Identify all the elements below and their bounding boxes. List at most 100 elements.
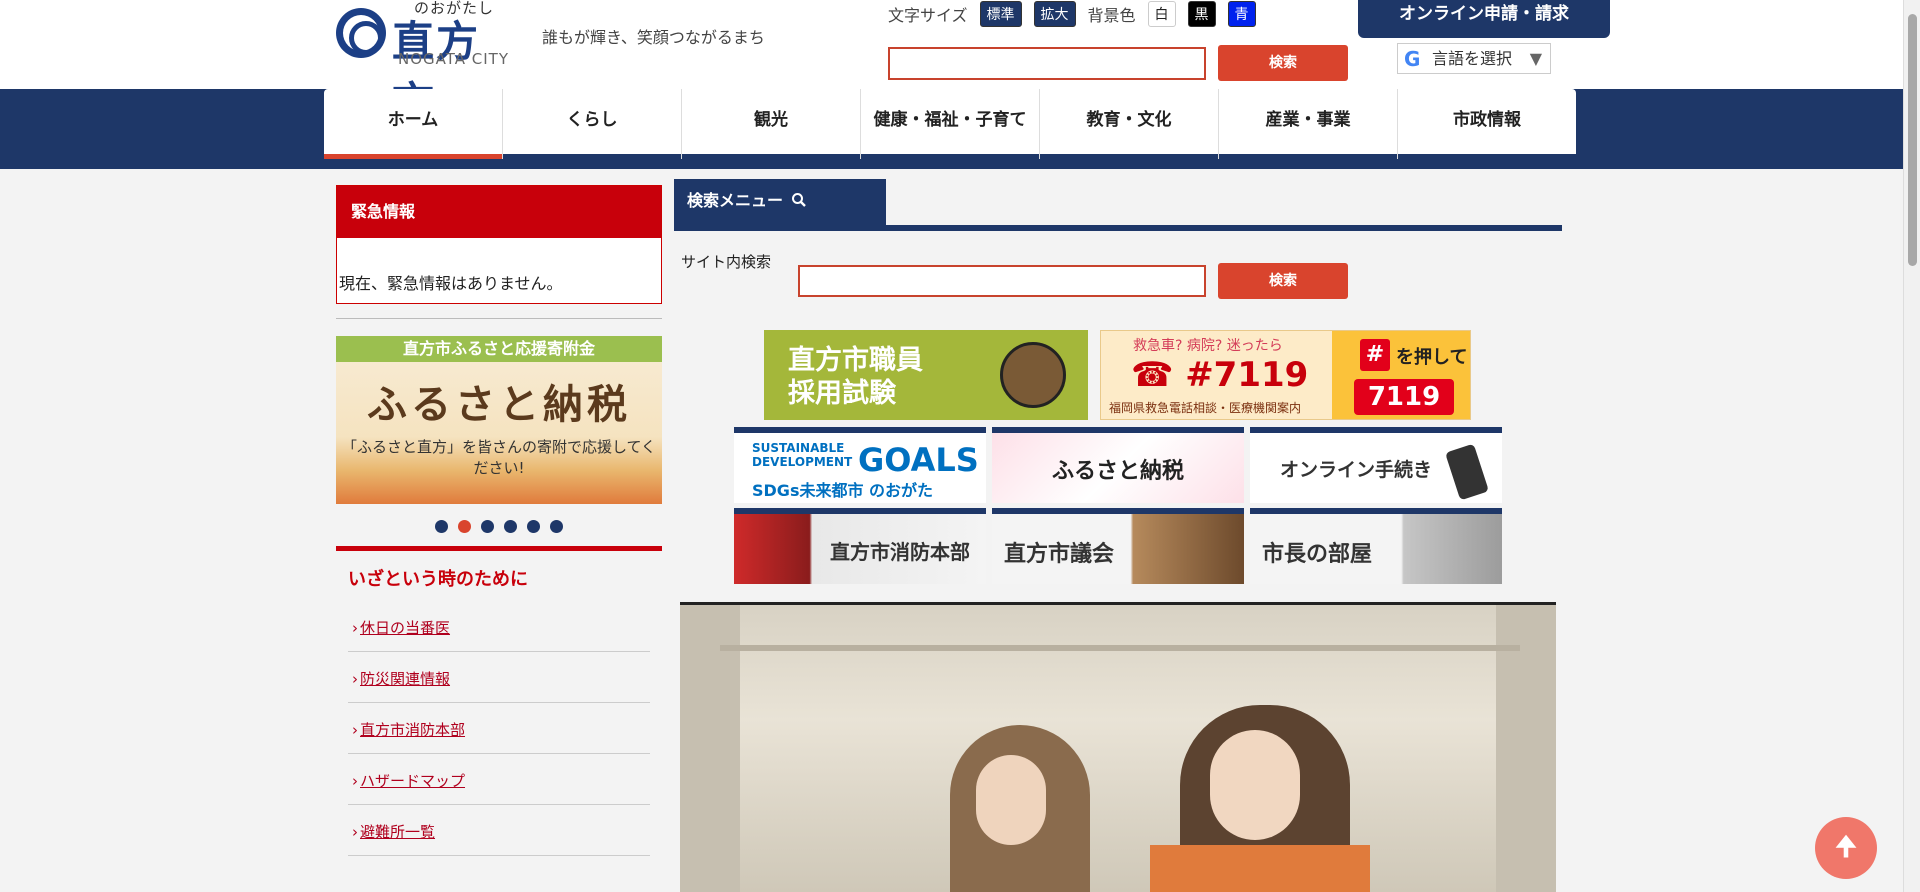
prep-link-holiday-doctor[interactable]: › 休日の当番医 — [348, 601, 650, 652]
7119-box: 7119 — [1354, 379, 1454, 415]
prep-link-fire-dept[interactable]: › 直方市消防本部 — [348, 703, 650, 754]
site-header: のおがたし 直方市 NOGATA CITY 誰もが輝き、笑顔つながるまち 文字サ… — [0, 0, 1920, 127]
fire-tile-label: 直方市消防本部 — [830, 540, 970, 564]
emergency-body: 現在、緊急情報はありません。 — [339, 274, 563, 293]
prep-link-label: ハザードマップ — [360, 772, 466, 790]
search-icon — [791, 193, 806, 207]
chevron-right-icon: › — [352, 619, 358, 637]
site-search-button[interactable]: 検索 — [1218, 263, 1348, 299]
recruit-exam-banner[interactable]: 直方市職員 採用試験 — [764, 330, 1088, 420]
mayor-room-tile[interactable]: 市長の部屋 — [1250, 508, 1502, 584]
search-menu-tab[interactable]: 検索メニュー — [674, 179, 886, 231]
furusato-banner-top: 直方市ふるさと応援寄附金 — [336, 336, 662, 362]
hash-icon: # — [1360, 339, 1390, 371]
header-search-input[interactable] — [888, 47, 1206, 80]
nav-education[interactable]: 教育・文化 — [1040, 89, 1219, 159]
prep-title: いざという時のために — [348, 569, 528, 590]
site-search-label: サイト内検索 — [681, 253, 772, 271]
search-menu-header: 検索メニュー — [674, 179, 1562, 231]
bg-white-button[interactable]: 白 — [1147, 1, 1176, 27]
video-person — [1150, 845, 1370, 892]
sdgs-tile[interactable]: SUSTAINABLE DEVELOPMENT GOALS SDGs未来都市 の… — [734, 427, 986, 503]
furusato-banner[interactable]: 直方市ふるさと応援寄附金 ふるさと納税 「ふるさと直方」を皆さんの寄附で応援して… — [336, 336, 662, 504]
prep-link-label: 直方市消防本部 — [360, 721, 466, 739]
site-search-input[interactable] — [798, 265, 1206, 297]
main-content: 検索メニュー サイト内検索 検索 — [674, 179, 1562, 311]
emergency-title: 緊急情報 — [337, 186, 661, 238]
prep-link-hazard-map[interactable]: › ハザードマップ — [348, 754, 650, 805]
mascot-icon — [1000, 342, 1066, 408]
nav-industry[interactable]: 産業・事業 — [1219, 89, 1398, 159]
font-large-button[interactable]: 拡大 — [1033, 1, 1076, 27]
emergency-7119-banner[interactable]: 救急車? 病院? 迷ったら ☎ #7119 福岡県救急電話相談・医療機関案内 #… — [1100, 330, 1471, 420]
city-emblem-icon — [336, 8, 386, 58]
language-select[interactable]: G 言語を選択 ▼ — [1397, 43, 1551, 74]
chevron-right-icon: › — [352, 823, 358, 841]
chevron-right-icon: › — [352, 670, 358, 688]
online-procedure-tile[interactable]: オンライン手続き — [1250, 427, 1502, 503]
7119-footer: 福岡県救急電話相談・医療機関案内 — [1109, 401, 1302, 415]
page-scrollbar[interactable] — [1903, 0, 1920, 892]
font-standard-button[interactable]: 標準 — [979, 1, 1022, 27]
nav-tourism[interactable]: 観光 — [682, 89, 861, 159]
bg-color-label: 背景色 — [1087, 6, 1136, 25]
furusato-banner-sub: 「ふるさと直方」を皆さんの寄附で応援してください! — [341, 438, 657, 477]
bg-blue-button[interactable]: 青 — [1227, 1, 1256, 27]
city-logo[interactable]: のおがたし 直方市 NOGATA CITY — [336, 0, 516, 127]
nav-living[interactable]: くらし — [503, 89, 682, 159]
carousel-dot-active[interactable] — [458, 520, 471, 533]
mayor-tile-label: 市長の部屋 — [1262, 542, 1373, 567]
arrow-up-icon: 🠉 — [1835, 832, 1857, 862]
nav-home[interactable]: ホーム — [324, 89, 503, 159]
search-menu-label: 検索メニュー — [687, 191, 784, 210]
sidebar: 緊急情報 現在、緊急情報はありません。 直方市ふるさと応援寄附金 ふるさと納税 … — [336, 185, 662, 856]
online-application-button[interactable]: オンライン申請・請求 — [1358, 0, 1610, 38]
scrollbar-thumb[interactable] — [1908, 14, 1917, 266]
nav-health[interactable]: 健康・福祉・子育て — [861, 89, 1040, 159]
carousel-dot[interactable] — [504, 520, 517, 533]
chevron-right-icon: › — [352, 721, 358, 739]
carousel-dot[interactable] — [550, 520, 563, 533]
emergency-prep-section: いざという時のために › 休日の当番医 › 防災関連情報 › 直方市消防本部 › ハザー… — [336, 546, 662, 856]
chevron-right-icon: › — [352, 772, 358, 790]
furusato-tile-label: ふるさと納税 — [1052, 459, 1185, 484]
7119-right: # を押して 7119 — [1332, 331, 1470, 419]
furusato-banner-main: ふるさと納税 — [367, 381, 631, 428]
divider — [336, 318, 662, 319]
tagline: 誰もが輝き、笑顔つながるまち — [542, 28, 765, 47]
7119-number: ☎ #7119 — [1131, 355, 1309, 395]
carousel-dot[interactable] — [435, 520, 448, 533]
global-nav: ホーム くらし 観光 健康・福祉・子育て 教育・文化 産業・事業 市政情報 — [324, 89, 1576, 159]
video-person — [976, 755, 1046, 845]
nav-city-info[interactable]: 市政情報 — [1398, 89, 1576, 159]
promo-video[interactable] — [680, 602, 1556, 892]
smartphone-icon — [1445, 443, 1489, 501]
font-size-label: 文字サイズ — [888, 6, 968, 25]
header-search-button[interactable]: 検索 — [1218, 45, 1348, 81]
carousel-dot[interactable] — [481, 520, 494, 533]
city-council-tile[interactable]: 直方市議会 — [992, 508, 1244, 584]
sdgs-city: SDGs未来都市 のおがた — [752, 481, 934, 500]
site-search: サイト内検索 検索 — [674, 231, 1562, 311]
google-icon: G — [1404, 47, 1421, 71]
scroll-to-top-button[interactable]: 🠉 — [1815, 817, 1877, 879]
video-scene — [720, 645, 1520, 651]
carousel-dots — [336, 518, 662, 533]
fire-dept-tile[interactable]: 直方市消防本部 — [734, 508, 986, 584]
sdgs-line1: SUSTAINABLE DEVELOPMENT — [752, 441, 853, 469]
prep-link-shelters[interactable]: › 避難所一覧 — [348, 805, 650, 856]
recruit-banner-text: 直方市職員 採用試験 — [788, 345, 923, 409]
online-tile-label: オンライン手続き — [1280, 459, 1433, 481]
carousel-dot[interactable] — [527, 520, 540, 533]
prep-link-label: 防災関連情報 — [360, 670, 451, 688]
bg-black-button[interactable]: 黒 — [1187, 1, 1216, 27]
prep-link-disaster-info[interactable]: › 防災関連情報 — [348, 652, 650, 703]
logo-en: NOGATA CITY — [398, 50, 509, 68]
7119-question: 救急車? 病院? 迷ったら — [1133, 338, 1283, 354]
7119-push: を押して — [1396, 347, 1468, 368]
video-person — [1210, 730, 1300, 840]
council-tile-label: 直方市議会 — [1004, 542, 1115, 567]
furusato-tile[interactable]: ふるさと納税 — [992, 427, 1244, 503]
language-label: 言語を選択 — [1432, 49, 1513, 68]
prep-link-label: 休日の当番医 — [360, 619, 451, 637]
